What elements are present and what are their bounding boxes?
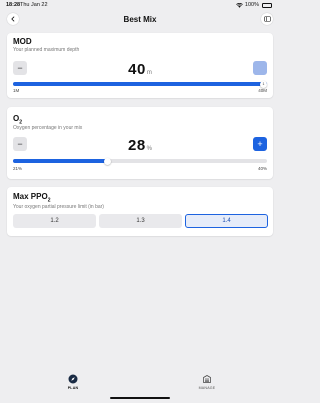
o2-increase-button[interactable]: + [253, 137, 267, 151]
storage-icon [202, 374, 212, 384]
mod-min-label: 1M [13, 88, 20, 93]
wifi-icon [236, 2, 243, 8]
ppo2-option-1-3[interactable]: 1.3 [99, 214, 182, 228]
navigation-bar: Best Mix [0, 10, 280, 30]
ppo2-title-main: Max PPO [13, 192, 48, 201]
mod-max-label: 40M [258, 88, 267, 93]
status-right: 100% [236, 2, 272, 8]
ppo2-title: Max PPO2 [13, 192, 50, 204]
status-date: Thu Jan 22 [20, 2, 48, 8]
o2-unit: % [146, 146, 153, 152]
compass-icon [68, 374, 78, 384]
mod-card: MOD Your planned maximum depth − 40m + 1… [7, 33, 273, 98]
status-time: 18:28 [6, 2, 21, 8]
tab-plan-label: PLAN [67, 386, 79, 390]
plus-icon: + [257, 62, 263, 73]
mod-slider[interactable]: 1 [13, 80, 267, 88]
o2-slider[interactable] [13, 157, 267, 165]
mod-value-display: 40m [7, 61, 273, 79]
mod-title: MOD [13, 37, 32, 46]
mod-thumb-label: 1 [262, 82, 265, 86]
mod-unit: m [146, 70, 152, 76]
tab-plan[interactable]: PLAN [58, 374, 88, 390]
mod-increase-button[interactable]: + [253, 61, 267, 75]
mod-slider-thumb[interactable]: 1 [260, 80, 267, 88]
mod-subtitle: Your planned maximum depth [13, 47, 80, 53]
ppo2-option-1-4[interactable]: 1.4 [185, 214, 268, 228]
status-bar: 18:28 Thu Jan 22 100% [0, 0, 280, 10]
o2-subtitle: Oxygen percentage in your mix [13, 125, 83, 131]
o2-title: O2 [13, 114, 22, 126]
mod-slider-fill [13, 82, 267, 86]
ppo2-option-1-2[interactable]: 1.2 [13, 214, 96, 228]
plus-icon: + [257, 138, 263, 149]
sidebar-icon [263, 16, 271, 22]
battery-icon [262, 2, 272, 8]
home-indicator [110, 397, 170, 399]
o2-value: 28 [127, 137, 146, 154]
ppo2-title-subscript: 2 [47, 197, 51, 204]
tab-manage-label: MANAGE [198, 386, 216, 390]
ppo2-subtitle: Your oxygen partial pressure limit (in b… [13, 204, 104, 210]
o2-max-label: 40% [257, 166, 267, 171]
battery-percent: 100% [244, 2, 259, 8]
o2-value-display: 28% [7, 137, 273, 155]
page-title: Best Mix [123, 15, 157, 24]
ppo2-card: Max PPO2 Your oxygen partial pressure li… [7, 187, 273, 236]
sidebar-toggle-button[interactable] [261, 13, 273, 25]
o2-card: O2 Oxygen percentage in your mix − 28% +… [7, 107, 273, 179]
o2-slider-fill [13, 159, 107, 163]
mod-value: 40 [128, 61, 146, 78]
o2-min-label: 21% [13, 166, 23, 171]
o2-slider-thumb[interactable] [104, 157, 112, 165]
tab-manage[interactable]: MANAGE [192, 374, 222, 390]
